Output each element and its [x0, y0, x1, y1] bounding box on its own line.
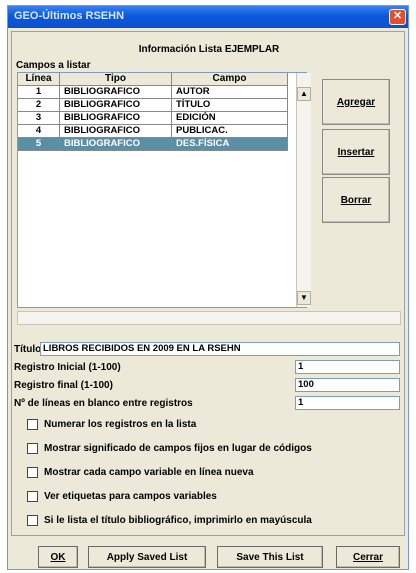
lineas-blanco-label: Nº de líneas en blanco entre registros: [14, 398, 193, 409]
table-row-selected[interactable]: 5 BIBLIOGRAFICO DES.FÍSICA: [18, 138, 306, 151]
header-linea[interactable]: Línea: [18, 73, 60, 86]
cell-linea: 3: [18, 112, 60, 125]
significado-checkbox[interactable]: Mostrar significado de campos fijos en l…: [27, 443, 312, 454]
checkbox-box[interactable]: [27, 515, 38, 526]
cerrar-label: Cerrar: [352, 551, 384, 563]
cell-linea: 1: [18, 86, 60, 99]
scroll-down-icon[interactable]: ▼: [297, 291, 311, 305]
checkbox-box[interactable]: [27, 467, 38, 478]
cell-campo: DES.FÍSICA: [172, 138, 288, 151]
cell-tipo: BIBLIOGRAFICO: [60, 99, 172, 112]
ok-button[interactable]: OK: [38, 546, 78, 568]
checkbox-label: Mostrar cada campo variable en línea nue…: [44, 467, 254, 478]
ok-label: OK: [50, 551, 66, 563]
cell-tipo: BIBLIOGRAFICO: [60, 86, 172, 99]
info-panel: Información Lista EJEMPLAR Campos a list…: [11, 31, 405, 536]
cell-linea: 2: [18, 99, 60, 112]
borrar-button[interactable]: Borrar: [322, 177, 390, 223]
panel-title: Información Lista EJEMPLAR: [138, 44, 280, 55]
checkbox-box[interactable]: [27, 491, 38, 502]
titulo-label: Título: [14, 344, 42, 355]
cerrar-button[interactable]: Cerrar: [336, 546, 400, 568]
table-header: Línea Tipo Campo: [18, 73, 306, 86]
table-row[interactable]: 4 BIBLIOGRAFICO PUBLICAC.: [18, 125, 306, 138]
dialog-window: GEO-Últimos RSEHN ✕ Información Lista EJ…: [7, 5, 409, 570]
cell-campo: TÍTULO: [172, 99, 288, 112]
cell-tipo: BIBLIOGRAFICO: [60, 138, 172, 151]
checkbox-label: Mostrar significado de campos fijos en l…: [44, 443, 312, 454]
window-title: GEO-Últimos RSEHN: [14, 10, 125, 22]
cell-campo: AUTOR: [172, 86, 288, 99]
registro-final-input[interactable]: 100: [295, 378, 400, 392]
registro-inicial-label: Registro Inicial (1-100): [14, 362, 121, 373]
apply-saved-list-button[interactable]: Apply Saved List: [88, 546, 206, 568]
table-row[interactable]: 1 BIBLIOGRAFICO AUTOR: [18, 86, 306, 99]
insertar-label: Insertar: [337, 146, 375, 158]
numerar-checkbox[interactable]: Numerar los registros en la lista: [27, 419, 196, 430]
cell-tipo: BIBLIOGRAFICO: [60, 112, 172, 125]
cell-linea: 5: [18, 138, 60, 151]
agregar-label: Agregar: [336, 96, 376, 108]
agregar-button[interactable]: Agregar: [322, 79, 390, 125]
scroll-up-icon[interactable]: ▲: [297, 87, 311, 101]
insertar-button[interactable]: Insertar: [322, 129, 390, 175]
header-tipo[interactable]: Tipo: [60, 73, 172, 86]
lineas-blanco-input[interactable]: 1: [295, 396, 400, 410]
titulo-input[interactable]: LIBROS RECIBIDOS EN 2009 EN LA RSEHN: [40, 342, 400, 356]
campo-variable-checkbox[interactable]: Mostrar cada campo variable en línea nue…: [27, 467, 254, 478]
table-rows: 1 BIBLIOGRAFICO AUTOR 2 BIBLIOGRAFICO TÍ…: [18, 86, 306, 151]
checkbox-label: Numerar los registros en la lista: [44, 419, 197, 430]
close-button[interactable]: ✕: [389, 9, 406, 25]
checkbox-label: Si le lista el título bibliográfico, imp…: [44, 515, 312, 526]
registro-inicial-input[interactable]: 1: [295, 360, 400, 374]
fields-table: Línea Tipo Campo 1 BIBLIOGRAFICO AUTOR 2…: [17, 72, 311, 308]
save-this-list-button[interactable]: Save This List: [217, 546, 323, 568]
table-row[interactable]: 3 BIBLIOGRAFICO EDICIÓN: [18, 112, 306, 125]
title-bar[interactable]: GEO-Últimos RSEHN ✕: [8, 6, 408, 28]
header-campo[interactable]: Campo: [172, 73, 288, 86]
checkbox-box[interactable]: [27, 419, 38, 430]
cell-tipo: BIBLIOGRAFICO: [60, 125, 172, 138]
cell-campo: PUBLICAC.: [172, 125, 288, 138]
mayuscula-checkbox[interactable]: Si le lista el título bibliográfico, imp…: [27, 515, 312, 526]
horizontal-scrollbar[interactable]: [17, 311, 401, 325]
cell-campo: EDICIÓN: [172, 112, 288, 125]
registro-final-label: Registro final (1-100): [14, 380, 113, 391]
campos-label: Campos a listar: [16, 60, 91, 71]
checkbox-box[interactable]: [27, 443, 38, 454]
etiquetas-checkbox[interactable]: Ver etiquetas para campos variables: [27, 491, 217, 502]
cell-linea: 4: [18, 125, 60, 138]
checkbox-label: Ver etiquetas para campos variables: [44, 491, 217, 502]
borrar-label: Borrar: [340, 194, 372, 206]
table-row[interactable]: 2 BIBLIOGRAFICO TÍTULO: [18, 99, 306, 112]
table-vertical-scrollbar[interactable]: ▲ ▼: [296, 73, 311, 307]
